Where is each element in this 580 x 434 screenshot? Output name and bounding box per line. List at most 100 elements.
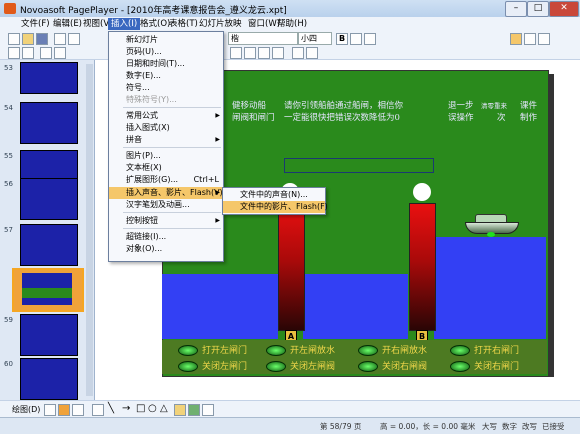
triangle-tool-icon[interactable]: △ [160, 403, 168, 414]
reset-button[interactable]: 清零重来 [481, 100, 507, 110]
shadow-icon[interactable] [292, 47, 304, 59]
minimize-button[interactable]: – [505, 1, 527, 17]
drawing-toolbar: 绘图(D) ╲ → □ ○ △ [0, 400, 580, 417]
clipart-icon[interactable] [188, 404, 200, 416]
gate-b[interactable] [409, 203, 436, 331]
save-icon[interactable] [36, 33, 48, 45]
water-middle [303, 274, 408, 339]
image-tool-icon[interactable] [202, 404, 214, 416]
indent-icon[interactable] [54, 47, 66, 59]
close-left-valve-button[interactable]: 关闭左闸阀 [290, 359, 335, 372]
menu-item-ext-shape[interactable]: 扩展图形(G)... Ctrl+L [109, 174, 223, 186]
sigma-icon[interactable] [40, 47, 52, 59]
menu-separator [123, 228, 221, 229]
credit-line2: 制作 [520, 113, 538, 123]
font-combo[interactable]: 楷 [228, 32, 298, 45]
menu-item-date-time[interactable]: 日期和时间(T)... [109, 58, 223, 70]
shape-icon[interactable] [272, 47, 284, 59]
menu-help[interactable]: 帮助(H) [274, 18, 310, 30]
slide-shadow [548, 74, 554, 377]
ovr-indicator: 改写 [522, 422, 537, 431]
menu-item-insert-media[interactable]: 插入声音、影片、Flash(V) ▶ [109, 187, 223, 199]
menu-item-picture[interactable]: 图片(P)... [109, 150, 223, 162]
align-left-icon[interactable] [8, 47, 20, 59]
caps-indicator: 大写 [482, 422, 497, 431]
media-submenu: 文件中的声音(N)... 文件中的影片、Flash(F) [222, 187, 328, 215]
slide-thumbnail[interactable] [20, 314, 78, 356]
format-toolbar [0, 45, 580, 60]
slide-instr-left: 健移动船 [232, 101, 267, 111]
thumb-number: 60 [4, 360, 13, 368]
slide-thumbnail[interactable] [20, 358, 78, 400]
menu-slideshow[interactable]: 幻灯片放映 [196, 18, 245, 30]
menu-file[interactable]: 文件(F) [18, 18, 53, 30]
close-button[interactable]: ✕ [549, 1, 579, 17]
open-icon[interactable] [22, 33, 34, 45]
wordart-icon[interactable] [174, 404, 186, 416]
close-right-gate-button[interactable]: 关闭右闸门 [474, 359, 519, 372]
arrow-tool-icon[interactable]: → [122, 403, 130, 414]
menu-item-hyperlink[interactable]: 超链接(I)... [109, 231, 223, 243]
align-icon[interactable] [72, 404, 84, 416]
submenu-item-sound[interactable]: 文件中的声音(N)... [223, 189, 325, 201]
gate-b-ball [413, 183, 431, 201]
new-icon[interactable] [8, 33, 20, 45]
submenu-item-movie-flash[interactable]: 文件中的影片、Flash(F) [223, 201, 328, 213]
align-center-icon[interactable] [22, 47, 34, 59]
slide-thumbnail[interactable] [20, 224, 78, 266]
autoshape-icon[interactable] [92, 404, 104, 416]
rotate-icon[interactable] [58, 404, 70, 416]
close-right-valve-button[interactable]: 关闭右闸阀 [382, 359, 427, 372]
rect-tool-icon[interactable]: □ [136, 403, 145, 414]
3d-icon[interactable] [306, 47, 318, 59]
back-step-button[interactable]: 退一步 [448, 99, 474, 111]
open-right-gate-button[interactable]: 打开右闸门 [474, 343, 519, 356]
menu-item-stroke-animation[interactable]: 汉字笔划及动画... [109, 199, 223, 211]
slide-thumbnail[interactable] [20, 62, 78, 94]
shortcut-label: Ctrl+L [193, 175, 219, 184]
thumb-number: 59 [4, 316, 13, 324]
slide-thumbnail[interactable] [20, 102, 78, 144]
color-icon[interactable] [524, 33, 536, 45]
preview-icon[interactable] [68, 33, 80, 45]
text-style-icon[interactable] [510, 33, 522, 45]
menu-item-object[interactable]: 对象(O)... [109, 243, 223, 255]
italic-icon[interactable] [350, 33, 362, 45]
font-size-combo[interactable]: 小四 [298, 32, 332, 45]
menu-item-control-button[interactable]: 控制按钮 ▶ [109, 215, 223, 227]
arrow-icon[interactable] [244, 47, 256, 59]
menu-item-insert-diagram[interactable]: 插入图式(X) [109, 122, 223, 134]
sidebar-scrollbar[interactable] [86, 64, 93, 396]
menu-item-number[interactable]: 数字(E)... [109, 70, 223, 82]
ship[interactable] [465, 214, 519, 237]
open-left-valve-button[interactable]: 开左闸放水 [290, 343, 335, 356]
rect-icon[interactable] [258, 47, 270, 59]
slide-thumbnail-selected[interactable] [12, 268, 84, 312]
lamp-icon [358, 361, 378, 372]
open-left-gate-button[interactable]: 打开左闸门 [202, 343, 247, 356]
bold-icon[interactable]: B [336, 33, 348, 45]
select-icon[interactable] [44, 404, 56, 416]
line-tool-icon[interactable]: ╲ [108, 403, 114, 414]
draw-menu[interactable]: 绘图(D) [12, 404, 40, 415]
gate-a[interactable] [278, 203, 305, 331]
menu-item-new-slide[interactable]: 新幻灯片 [109, 34, 223, 46]
menu-item-pinyin[interactable]: 拼音 ▶ [109, 134, 223, 146]
lamp-icon [266, 345, 286, 356]
thumb-number: 54 [4, 104, 13, 112]
slide-thumbnail[interactable] [20, 178, 78, 220]
menu-separator [123, 147, 221, 148]
menu-item-symbol[interactable]: 符号... [109, 82, 223, 94]
menu-item-formula[interactable]: 常用公式 ▶ [109, 110, 223, 122]
zoom-icon[interactable] [538, 33, 550, 45]
close-left-gate-button[interactable]: 关闭左闸门 [202, 359, 247, 372]
menu-item-page-number[interactable]: 页码(U)... [109, 46, 223, 58]
menu-insert[interactable]: 插入(I) [108, 18, 141, 30]
ellipse-tool-icon[interactable]: ○ [148, 403, 157, 414]
menu-item-textbox[interactable]: 文本框(X) [109, 162, 223, 174]
open-right-valve-button[interactable]: 开右闸放水 [382, 343, 427, 356]
underline-icon[interactable] [364, 33, 376, 45]
maximize-button[interactable]: □ [527, 1, 549, 17]
print-icon[interactable] [54, 33, 66, 45]
line-icon[interactable] [230, 47, 242, 59]
